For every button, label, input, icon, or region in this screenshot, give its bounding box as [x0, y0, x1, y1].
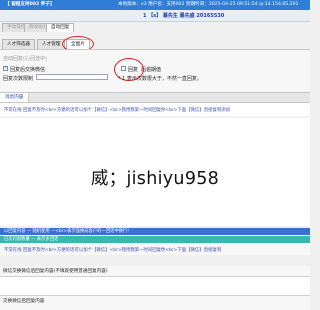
after-exchange-label: 微信交换微信后回复内容(不填就使用普通回复内容) [3, 269, 108, 274]
multi-reply-banner: 已次内容数量 — 表示多回话 [0, 236, 310, 243]
after-exchange-textarea[interactable] [0, 276, 310, 296]
account-info: 本地版本：v3 用户名：支持002 到期时间：2025-04-25 09:51:… [118, 2, 299, 7]
reply-tail-label: 后逾期值 [141, 67, 162, 73]
window-titlebar: 【 留程支持002 养子】 本地版本：v3 用户名：支持002 到期时间：202… [0, 0, 310, 10]
exchange-wechat-checkbox[interactable]: ✓ [3, 66, 8, 71]
reply-limit-input[interactable] [36, 74, 108, 80]
sub-tabs: 人才筛选器 人才管理 全图片 [0, 39, 310, 49]
reply-limit-label: 回复次数限制 [3, 76, 34, 82]
reply-limit-note: * 1 表示次数限大于，不然一直回复。 [118, 76, 202, 82]
reply-message-text: 不常在线 回复不及时<br>方便的话可以加个【微信】<br>我用我第一时间回复你… [4, 108, 231, 113]
tab-all-images[interactable]: 全图片 [66, 39, 90, 49]
second-message-row[interactable]: 不常在线 回复不及时<br>方便的话可以加个【微信】<br>我用我第一时间回复你… [0, 244, 310, 255]
window-title: 【 留程支持002 养子】 [5, 2, 55, 7]
message-section-bar: 消息内容 [0, 92, 310, 103]
header-strip: 1 【s】 暴先生 暴先盛 20165530 [0, 10, 310, 22]
reply-label: 回复 [128, 67, 139, 73]
main-tabs: 手动操作 群发助力 自动回复 [0, 23, 310, 32]
reply-checkbox[interactable] [121, 66, 126, 71]
tab-auto-reply[interactable]: 自动回复 [46, 23, 75, 32]
watermark-text: 威；jishiyu958 [90, 169, 220, 189]
random-reply-banner: 以回复内容 — 随机使用 —<br>表示强换成客户的一回话中换行! [0, 228, 310, 235]
reply-message-textarea[interactable]: 不常在线 回复不及时<br>方便的话可以加个【微信】<br>我用我第一时间回复你… [0, 103, 310, 116]
after-exchange-panel: 微信交换微信后回复内容(不填就使用普通回复内容) 交换微信后回复内容 [0, 266, 310, 310]
tab-talent-filter[interactable]: 人才筛选器 [2, 39, 35, 49]
after-exchange-label-2: 交换微信后回复内容 [3, 299, 45, 304]
auto-reply-settings: 自动回复(心回选中) ✓ 回复后交换微信 回复 后逾期值 回复次数限制 * 1 … [0, 49, 310, 92]
account-header-text: 1 【s】 暴先生 暴先盛 20165530 [143, 13, 225, 19]
second-message-text: 不常在线 回复不及时<br>方便的话可以加个【微信】<br>我用我第一时间回复你… [4, 248, 222, 253]
tab-message-content[interactable]: 消息内容 [0, 93, 30, 102]
settings-hint: 自动回复(心回选中) [3, 56, 47, 62]
tab-talent-manage[interactable]: 人才管理 [37, 39, 66, 49]
exchange-wechat-label: 回复后交换微信 [10, 67, 46, 73]
